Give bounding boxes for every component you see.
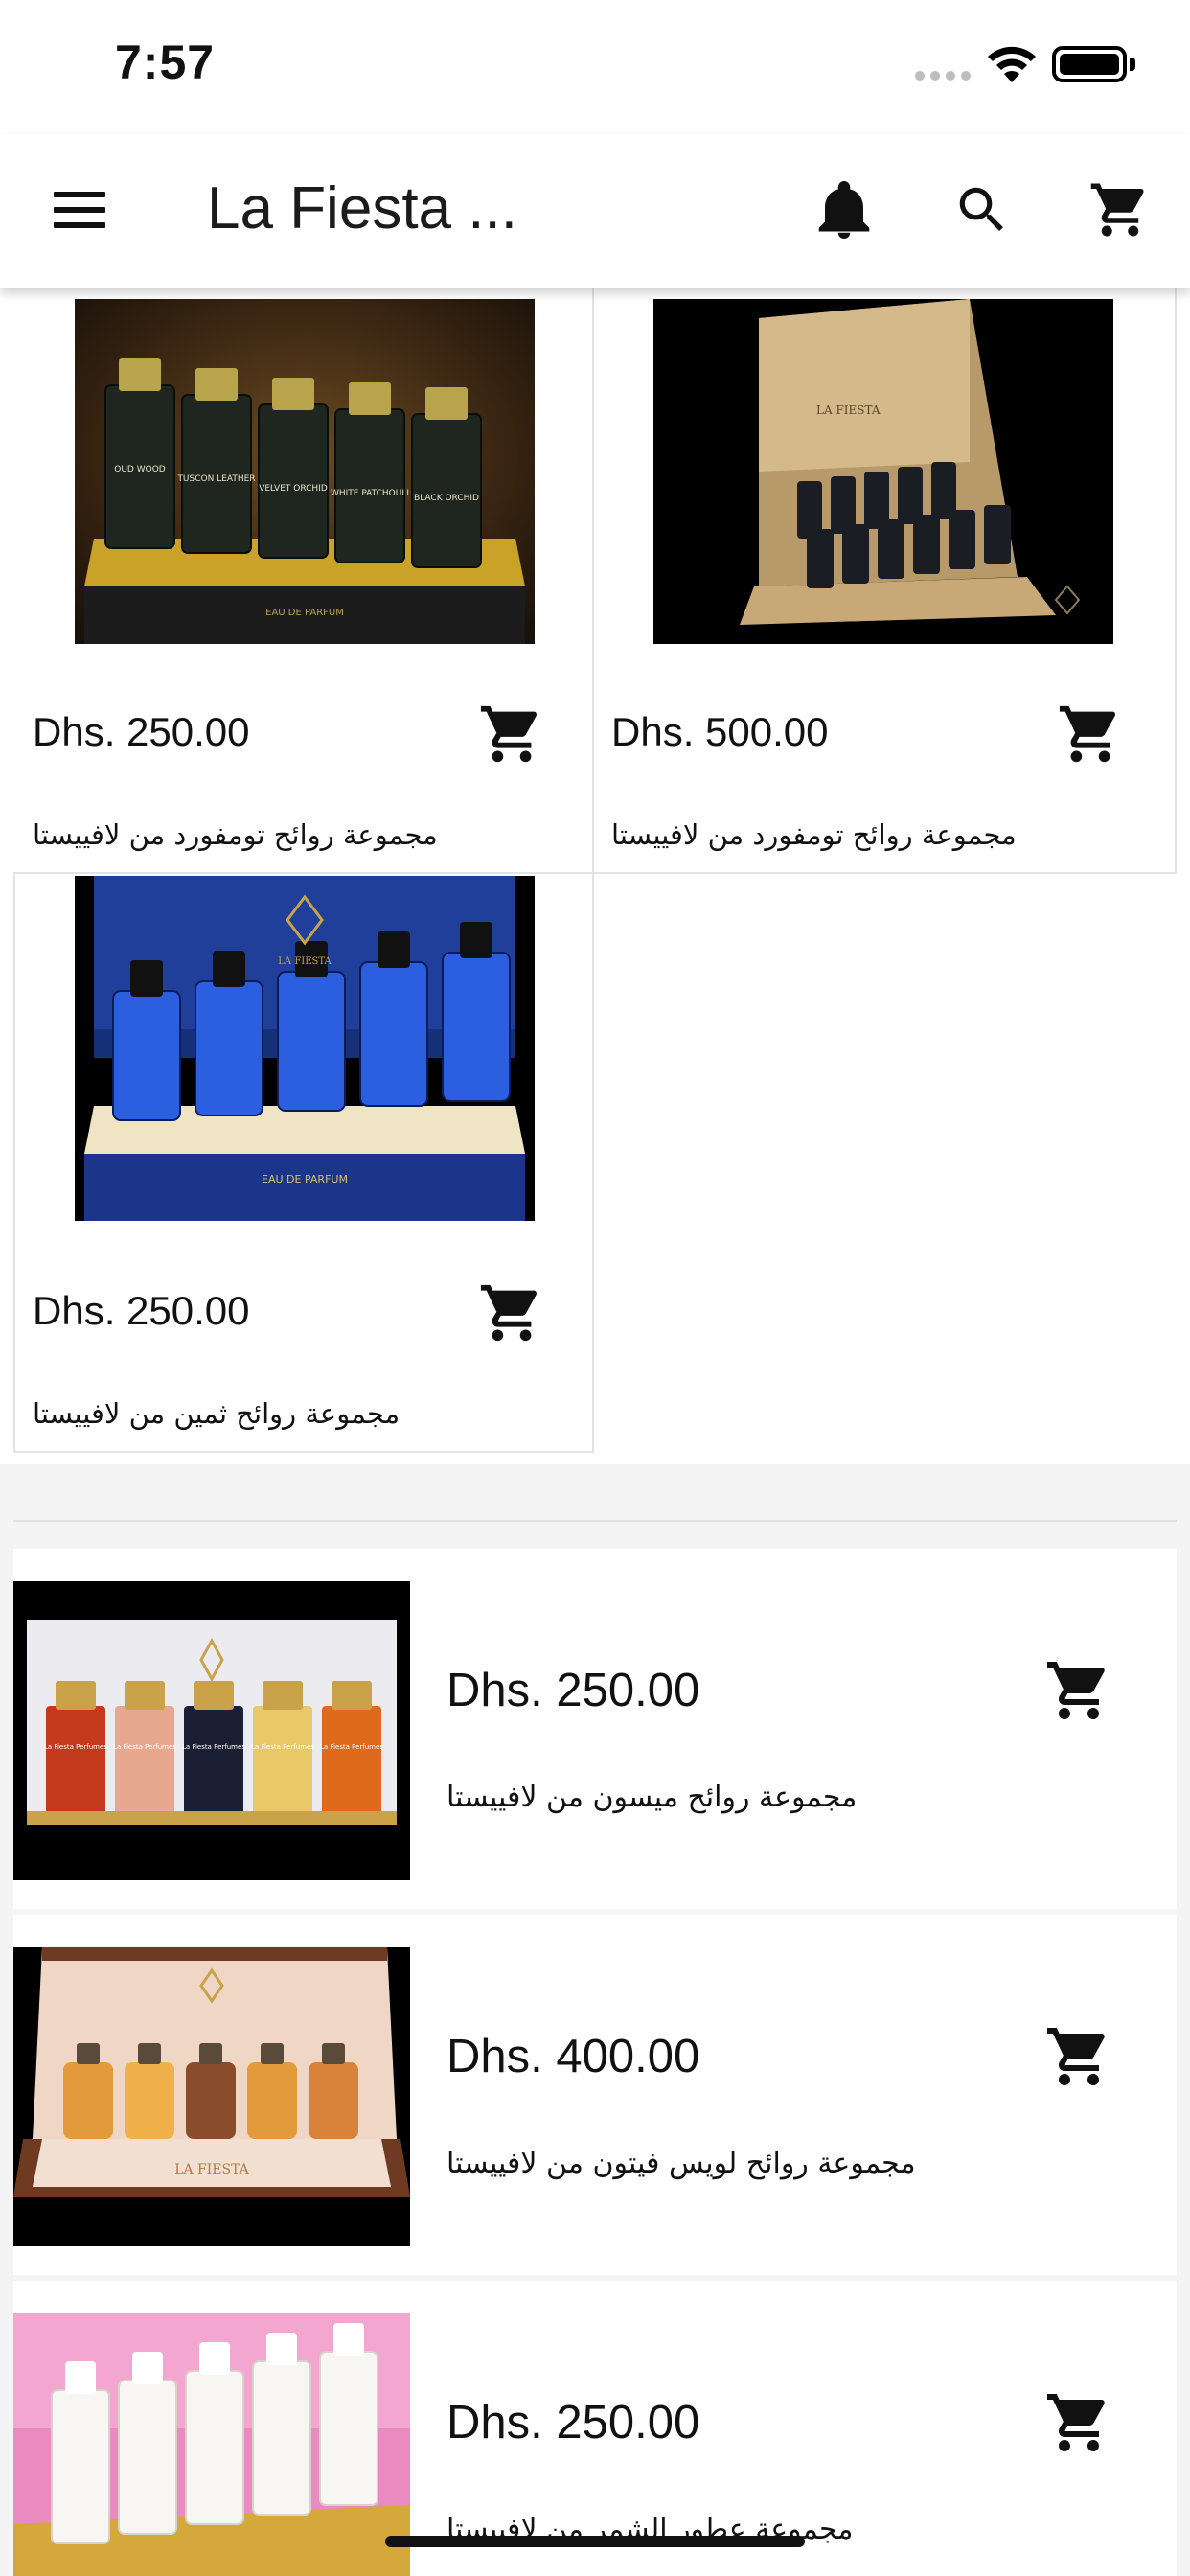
notifications-button[interactable] (791, 157, 897, 263)
product-card[interactable]: OUD WOOD TUSCON LEATHER VELVET ORCHID WH… (13, 288, 594, 874)
bottle-label: La Fiesta Perfumes (113, 1743, 176, 1751)
bottle-label: BLACK ORCHID (414, 494, 479, 503)
product-name: مجموعة روائح تومفورد من لافييستا (611, 818, 1017, 851)
product-card[interactable]: LA FIESTA Dhs. 500.00 مجموعة روائح تومفو… (594, 288, 1177, 874)
product-list-item[interactable]: LA FIESTA Dhs. 400.00 مجموعة روائح لويس … (13, 1915, 1177, 2275)
box-text: EAU DE PARFUM (265, 608, 344, 618)
brand-mark: LA FIESTA (278, 956, 332, 967)
signal-icon (915, 71, 971, 80)
product-image: La Fiesta Perfumes La Fiesta Perfumes La… (13, 1581, 410, 1880)
product-list-item[interactable]: La Fiesta Perfumes La Fiesta Perfumes La… (13, 1549, 1177, 1909)
box-text: EAU DE PARFUM (262, 1173, 348, 1185)
cart-icon (480, 1284, 537, 1342)
product-price: Dhs. 250.00 (33, 709, 250, 754)
product-name: مجموعة روائح تومفورد من لافييستا (33, 818, 438, 851)
product-grid: OUD WOOD TUSCON LEATHER VELVET ORCHID WH… (0, 288, 1190, 1464)
product-name: مجموعة روائح ميسون من لافييستا (446, 1781, 858, 1814)
product-image: LA FIESTA EAU DE PARFUM (75, 876, 535, 1221)
add-to-cart-button[interactable] (473, 696, 550, 772)
cart-icon (1059, 705, 1115, 763)
bottle-label: La Fiesta Perfumes (320, 1743, 383, 1751)
add-to-cart-button[interactable] (1052, 696, 1129, 772)
app-bar: La Fiesta ... (0, 134, 1190, 288)
add-to-cart-button[interactable] (473, 1275, 550, 1351)
product-price: Dhs. 250.00 (446, 2397, 700, 2449)
search-icon (959, 187, 1003, 231)
status-time: 7:57 (115, 35, 216, 89)
product-price: Dhs. 250.00 (33, 1288, 250, 1333)
product-list-item[interactable]: Dhs. 250.00 مجموعة عطور الشمر من لافييست… (13, 2281, 1177, 2576)
cart-icon (1090, 183, 1144, 237)
add-to-cart-button[interactable] (1033, 2377, 1125, 2469)
section-divider (13, 1520, 1177, 1522)
bottle-label: La Fiesta Perfumes (251, 1743, 314, 1751)
bottle-label: VELVET ORCHID (259, 484, 328, 494)
brand-mark: LA FIESTA (174, 2162, 249, 2177)
product-image: LA FIESTA (653, 299, 1113, 644)
bottle-label: TUSCON LEATHER (176, 474, 255, 484)
bottle-label: OUD WOOD (114, 465, 166, 474)
home-indicator[interactable] (385, 2536, 805, 2547)
status-bar: 7:57 (0, 0, 1190, 134)
product-name: مجموعة روائح ثمين من لافييستا (33, 1397, 400, 1430)
add-to-cart-button[interactable] (1033, 1644, 1125, 1736)
cart-button[interactable] (1067, 157, 1173, 263)
search-button[interactable] (929, 157, 1035, 263)
battery-icon (1052, 46, 1127, 82)
add-to-cart-button[interactable] (1033, 2011, 1125, 2103)
bottle-label: WHITE PATCHOULI (331, 489, 409, 498)
product-image: OUD WOOD TUSCON LEATHER VELVET ORCHID WH… (75, 299, 535, 644)
brand-mark: LA FIESTA (816, 403, 881, 417)
product-price: Dhs. 500.00 (611, 709, 829, 754)
bottle-label: La Fiesta Perfumes (44, 1743, 107, 1751)
product-price: Dhs. 250.00 (446, 1665, 700, 1716)
bell-icon (818, 181, 870, 239)
product-name: مجموعة روائح لويس فيتون من لافييستا (446, 2147, 916, 2180)
wifi-icon (988, 46, 1036, 82)
cart-icon (1047, 2028, 1105, 2085)
cart-icon (1047, 2394, 1105, 2451)
content-area: OUD WOOD TUSCON LEATHER VELVET ORCHID WH… (0, 288, 1190, 2576)
bottle-label: La Fiesta Perfumes (182, 1743, 245, 1751)
product-image: LA FIESTA (13, 1947, 410, 2246)
product-image (13, 2313, 410, 2576)
product-card[interactable]: LA FIESTA EAU DE PARFUM Dhs. 250.00 مجمو… (13, 874, 594, 1453)
cart-icon (480, 705, 537, 763)
cart-icon (1047, 1662, 1105, 1719)
page-title: La Fiesta ... (207, 175, 517, 242)
menu-icon[interactable] (50, 184, 111, 238)
product-price: Dhs. 400.00 (446, 2031, 700, 2082)
